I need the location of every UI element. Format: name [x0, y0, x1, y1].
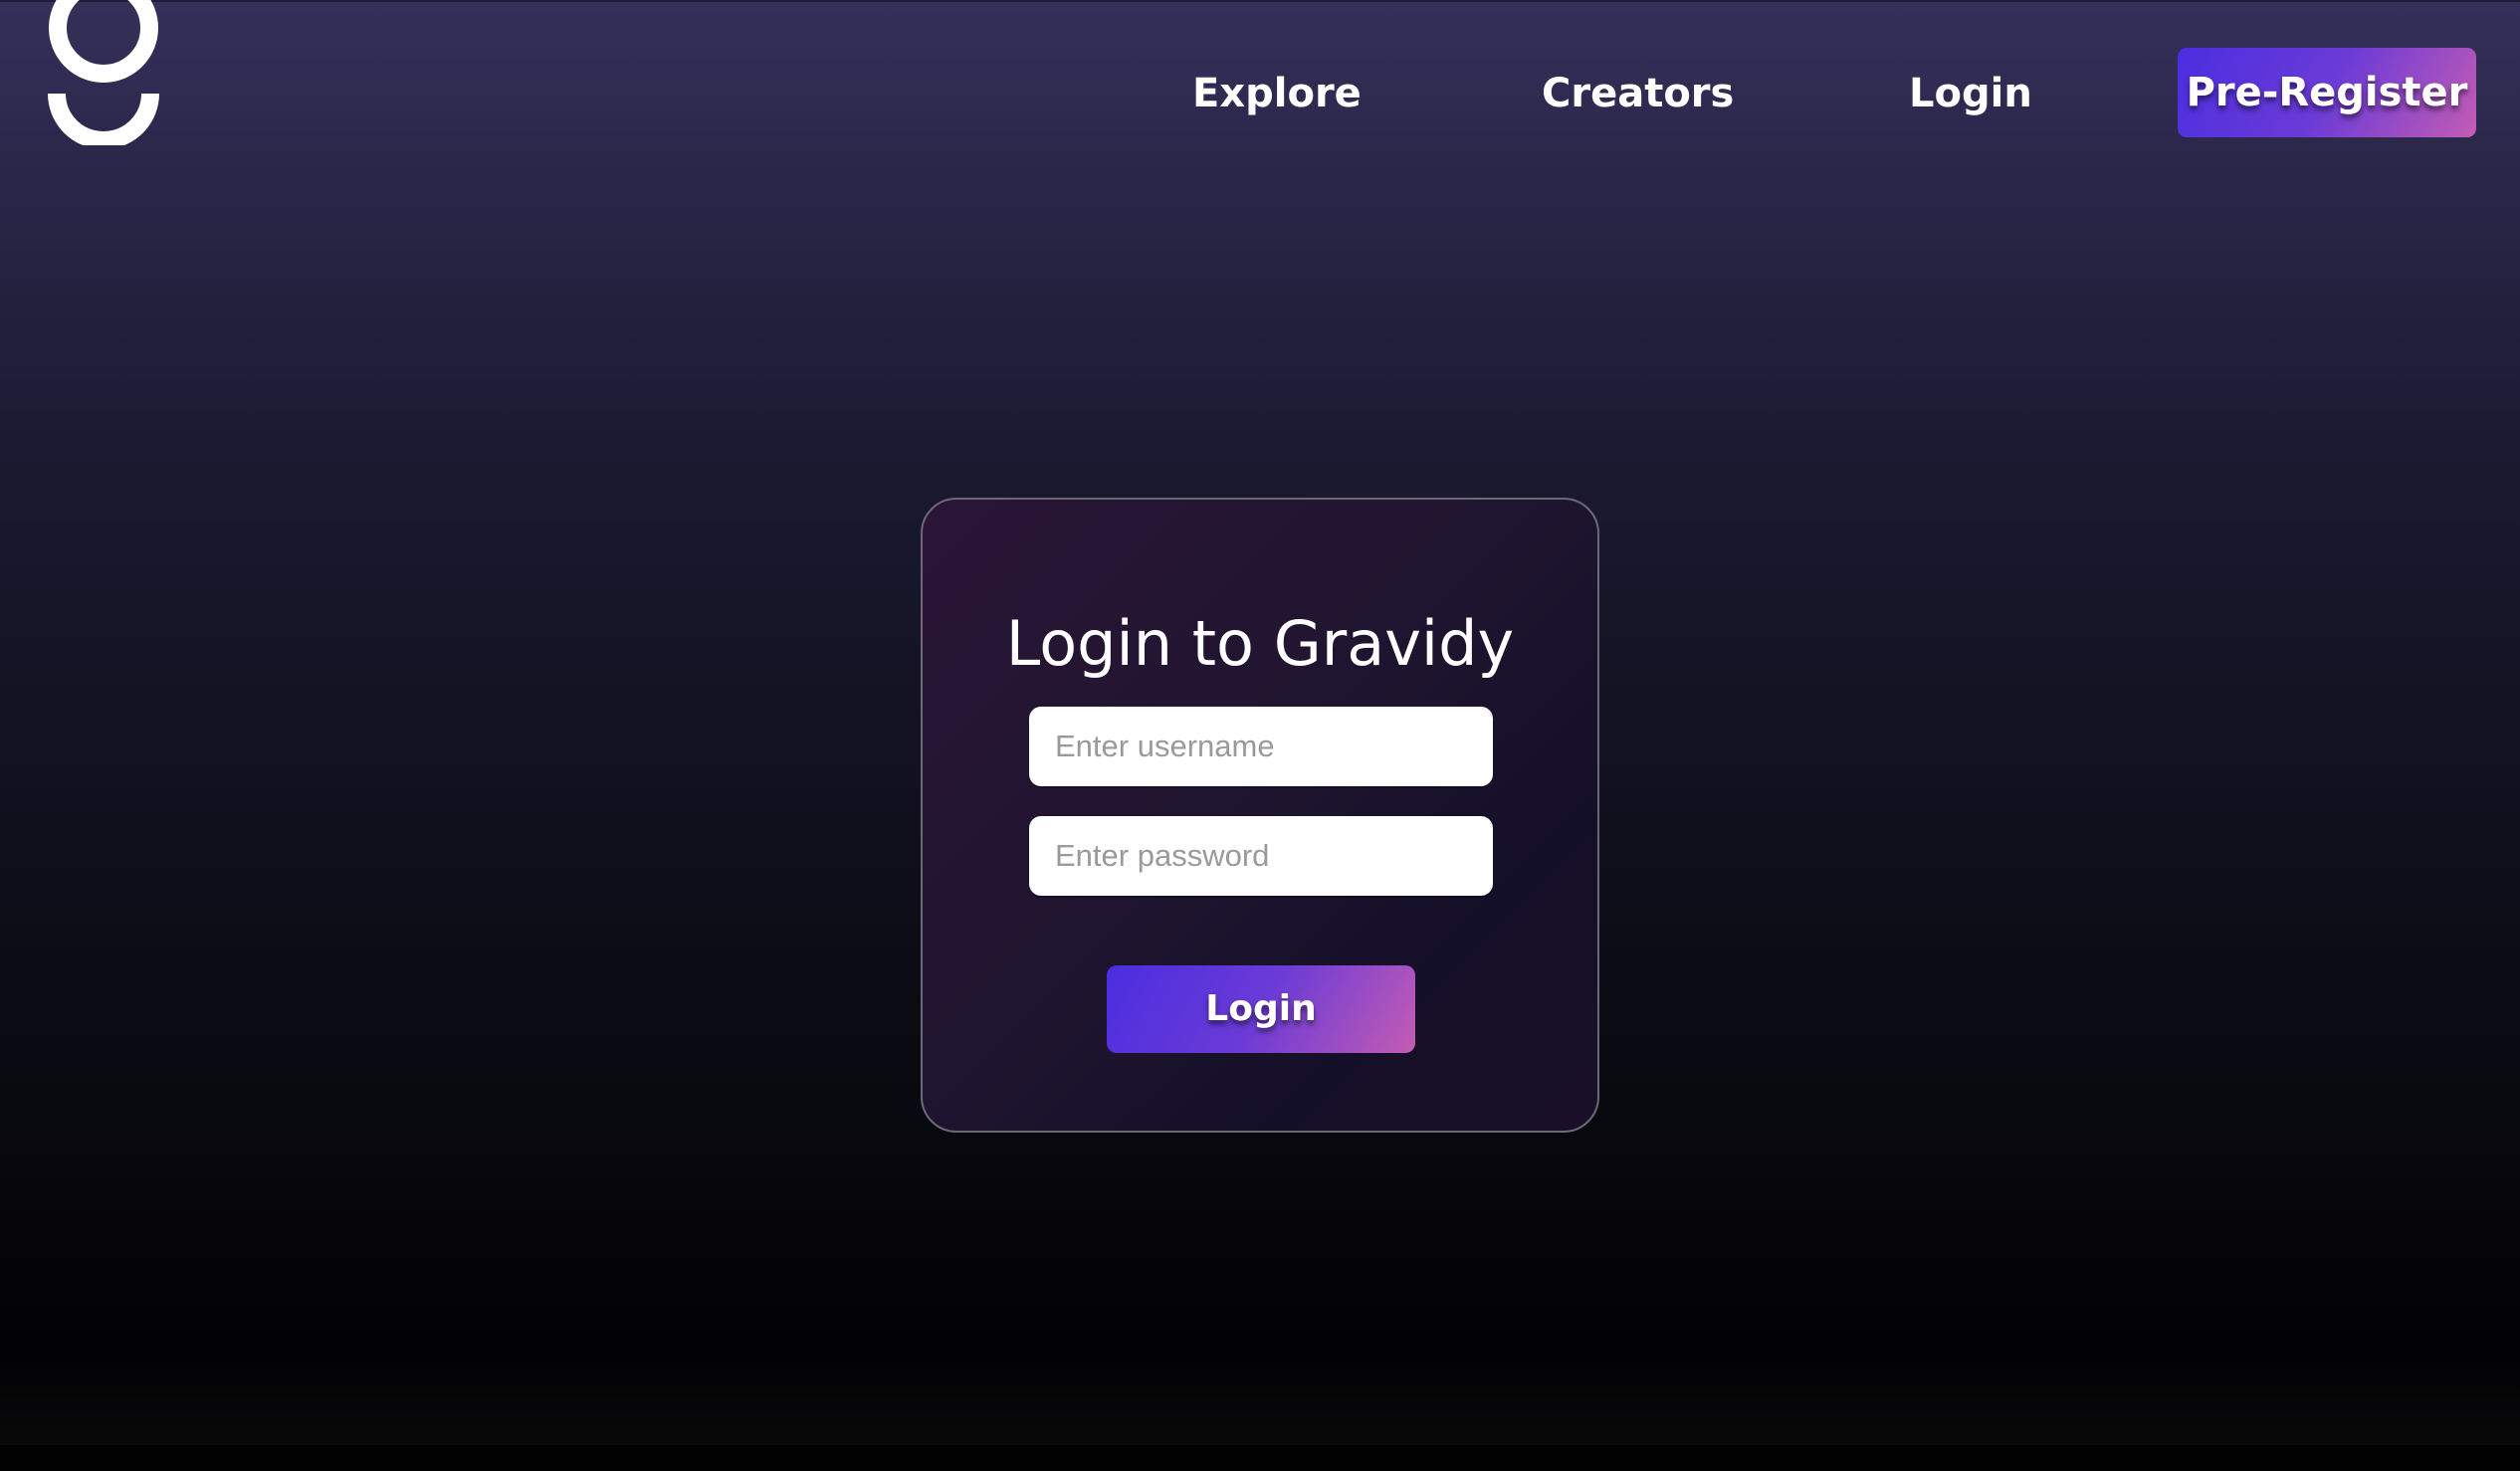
- top-border: [0, 0, 2520, 2]
- bottom-band: [0, 1445, 2520, 1471]
- nav-creators-link[interactable]: Creators: [1542, 48, 1734, 139]
- login-title: Login to Gravidy: [1005, 607, 1515, 680]
- main-nav: Explore Creators Login Pre-Register: [0, 48, 2520, 139]
- pre-register-button[interactable]: Pre-Register: [2178, 48, 2476, 137]
- nav-login-link[interactable]: Login: [1909, 48, 2032, 139]
- nav-explore-link[interactable]: Explore: [1192, 48, 1362, 139]
- password-input[interactable]: [1029, 816, 1493, 896]
- login-submit-button[interactable]: Login: [1107, 965, 1415, 1053]
- username-input[interactable]: [1029, 707, 1493, 786]
- login-card: Login to Gravidy Login: [921, 498, 1599, 1133]
